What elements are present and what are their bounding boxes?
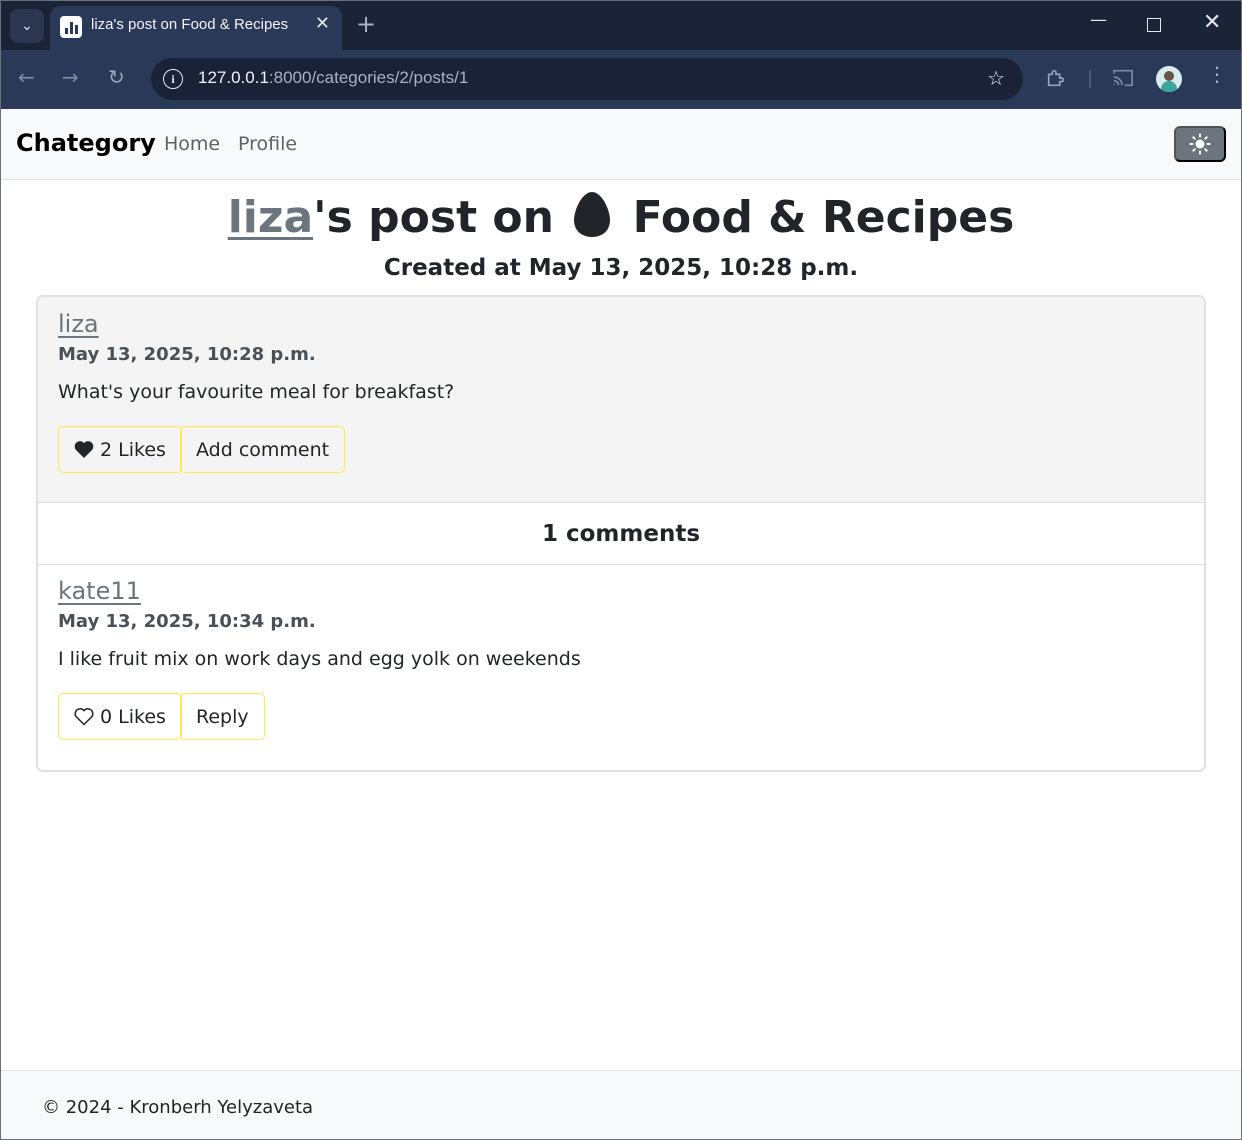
nav-home-link[interactable]: Home <box>164 133 220 155</box>
tab-strip: ⌄ liza's post on Food & Recipes ✕ + — ✕ <box>0 0 1242 50</box>
browser-tab[interactable]: liza's post on Food & Recipes ✕ <box>50 6 342 50</box>
page-footer: © 2024 - Kronberh Yelyzaveta <box>0 1070 1242 1140</box>
site-navbar: Chategory Home Profile <box>0 109 1242 180</box>
heart-outline-icon <box>74 708 94 726</box>
comment-author-link[interactable]: kate11 <box>58 577 141 605</box>
toolbar-separator <box>1089 70 1091 88</box>
post-body: liza May 13, 2025, 10:28 p.m. What's you… <box>38 297 1204 503</box>
brand-link[interactable]: Chategory <box>16 129 156 157</box>
address-bar[interactable]: i 127.0.0.1:8000/categories/2/posts/1 ☆ <box>151 58 1023 100</box>
minimize-icon[interactable]: — <box>1090 12 1107 29</box>
post-created-at: Created at May 13, 2025, 10:28 p.m. <box>383 255 859 281</box>
window-close-icon[interactable]: ✕ <box>1203 12 1221 34</box>
post-date: May 13, 2025, 10:28 p.m. <box>58 344 316 365</box>
reload-icon[interactable]: ↻ <box>108 67 125 87</box>
cast-icon[interactable] <box>1112 68 1134 88</box>
browser-toolbar: ← → ↻ i 127.0.0.1:8000/categories/2/post… <box>0 50 1242 109</box>
add-comment-button[interactable]: Add comment <box>180 426 346 473</box>
site-info-icon[interactable]: i <box>163 69 183 89</box>
bookmark-star-icon[interactable]: ☆ <box>987 66 1005 90</box>
post-card: liza May 13, 2025, 10:28 p.m. What's you… <box>36 295 1206 772</box>
comment-like-button[interactable]: 0 Likes <box>58 693 182 740</box>
post-author-heading-link[interactable]: liza <box>228 192 313 243</box>
tab-search-button[interactable]: ⌄ <box>10 9 44 43</box>
comment-text: I like fruit mix on work days and egg yo… <box>58 648 581 670</box>
maximize-icon[interactable] <box>1147 18 1161 32</box>
tab-title: liza's post on Food & Recipes <box>91 16 289 33</box>
extensions-puzzle-icon[interactable] <box>1045 67 1067 89</box>
egg-icon <box>574 192 611 237</box>
forward-arrow-icon[interactable]: → <box>62 67 79 87</box>
post-author-link[interactable]: liza <box>58 310 99 338</box>
more-menu-icon[interactable]: ⋮ <box>1207 64 1227 84</box>
post-text: What's your favourite meal for breakfast… <box>58 381 455 403</box>
reply-button[interactable]: Reply <box>180 693 265 740</box>
comment-item: kate11 May 13, 2025, 10:34 p.m. I like f… <box>38 565 1204 770</box>
sun-icon <box>1189 133 1211 155</box>
chart-favicon-icon <box>60 16 82 38</box>
url-text[interactable]: 127.0.0.1:8000/categories/2/posts/1 <box>198 68 468 88</box>
profile-avatar[interactable] <box>1156 66 1182 92</box>
comments-count-header: 1 comments <box>38 504 1204 565</box>
chevron-down-icon: ⌄ <box>21 18 33 34</box>
nav-profile-link[interactable]: Profile <box>238 133 297 155</box>
page-title: liza's post on Food & Recipes <box>227 192 1015 243</box>
heart-filled-icon <box>74 441 94 458</box>
comment-date: May 13, 2025, 10:34 p.m. <box>58 611 316 632</box>
like-button[interactable]: 2 Likes <box>58 426 182 473</box>
browser-chrome: ⌄ liza's post on Food & Recipes ✕ + — ✕ … <box>0 0 1242 109</box>
theme-toggle-button[interactable] <box>1174 126 1226 162</box>
comment-like-count-label: 0 Likes <box>100 705 166 728</box>
footer-copyright: © 2024 - Kronberh Yelyzaveta <box>42 1097 314 1118</box>
plus-icon[interactable]: + <box>356 12 376 36</box>
category-name: Food & Recipes <box>632 192 1015 243</box>
close-tab-icon[interactable]: ✕ <box>315 15 330 33</box>
back-arrow-icon[interactable]: ← <box>18 67 35 87</box>
like-count-label: 2 Likes <box>100 438 166 461</box>
